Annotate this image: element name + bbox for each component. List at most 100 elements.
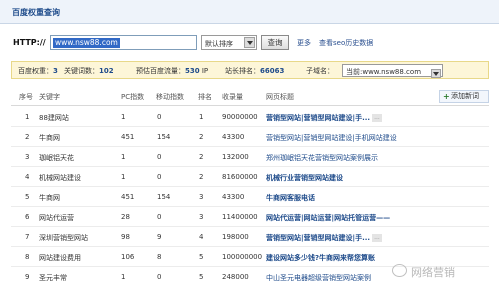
row-keyword: 牛商网 <box>39 134 60 142</box>
baidu-weight-stat: 百度权重：3 <box>18 66 58 76</box>
query-button[interactable]: 查询 <box>261 35 289 50</box>
traffic-unit: IP <box>201 67 209 75</box>
title-bar: 百度权重查询 <box>0 0 499 24</box>
row-index: 7 <box>25 233 30 241</box>
row-pc-index: 106 <box>121 253 135 261</box>
seo-history-link[interactable]: 查看seo历史数据 <box>319 38 373 48</box>
row-mobile-index: 8 <box>157 253 162 261</box>
row-keyword: 珈岷铝天花 <box>39 154 74 162</box>
row-page-title-text: 营销型网站|营销型网站建设|手... <box>266 114 371 122</box>
site-rank-stat: 站长排名：66063 <box>225 66 284 76</box>
header-keyword: 关键字 <box>39 93 60 101</box>
site-rank-value: 66063 <box>260 67 285 75</box>
row-page-title-text: 营销型网站|营销型网站建设|手... <box>266 234 371 242</box>
more-link[interactable]: 更多 <box>297 38 311 48</box>
row-rank: 2 <box>199 173 204 181</box>
row-pc-index: 451 <box>121 193 135 201</box>
row-mobile-index: 154 <box>157 193 171 201</box>
row-mobile-index: 0 <box>157 113 162 121</box>
row-page-title-text: 建设网站多少钱?牛商网来帮您算账 <box>266 254 376 262</box>
row-keyword: 牛商网 <box>39 194 60 202</box>
row-rank: 3 <box>199 193 204 201</box>
row-rank: 2 <box>199 133 204 141</box>
url-input[interactable]: www.nsw88.com <box>50 35 197 50</box>
row-index: 1 <box>25 113 30 121</box>
row-page-title[interactable]: 机械行业营销型网站建设 <box>266 173 416 183</box>
row-mobile-index: 0 <box>157 173 162 181</box>
row-index: 4 <box>25 173 30 181</box>
keyword-count-label: 关键词数： <box>64 67 99 75</box>
row-keyword: 网站建设费用 <box>39 254 81 262</box>
table-row[interactable]: 1 88建网站 1 0 1 90000000 营销型网站|营销型网站建设|手..… <box>11 107 489 127</box>
subdomain-label: 子域名： <box>306 67 334 75</box>
row-keyword: 机械网站建设 <box>39 174 81 182</box>
row-index: 8 <box>25 253 30 261</box>
wechat-icon <box>392 264 407 277</box>
traffic-stat: 预估百度流量：530 IP <box>136 66 208 76</box>
baidu-weight-label: 百度权重： <box>18 67 53 75</box>
more-tag[interactable]: ... <box>372 114 382 122</box>
row-pc-index: 1 <box>121 273 126 281</box>
subdomain-select[interactable]: 当前:www.nsw88.com <box>342 64 443 78</box>
row-page-title-text: 牛商网客服电话 <box>266 194 315 202</box>
row-page-title[interactable]: 网站代运营|网站运营|网站托管运营—— <box>266 213 416 223</box>
keyword-count-stat: 关键词数：102 <box>64 66 114 76</box>
row-indexed-count: 132000 <box>222 153 249 161</box>
row-rank: 1 <box>199 113 204 121</box>
table-row[interactable]: 7 深圳营销型网站 98 9 4 198000 营销型网站|营销型网站建设|手.… <box>11 227 489 247</box>
header-rank: 排名 <box>198 93 212 101</box>
row-page-title[interactable]: 营销型网站|营销型网站建设|手...... <box>266 233 416 243</box>
row-page-title[interactable]: 建设网站多少钱?牛商网来帮您算账 <box>266 253 416 263</box>
table-row[interactable]: 3 珈岷铝天花 1 0 2 132000 郑州珈岷铝天花营销型网站案例展示 <box>11 147 489 167</box>
traffic-label: 预估百度流量： <box>136 67 185 75</box>
header-page-title: 网页标题 <box>266 93 294 101</box>
row-rank: 2 <box>199 153 204 161</box>
subdomain-select-value: 当前:www.nsw88.com <box>346 68 422 76</box>
sort-select[interactable]: 默认排序 <box>201 35 257 50</box>
header-index: 序号 <box>19 93 33 101</box>
keyword-count-value: 102 <box>99 67 114 75</box>
row-indexed-count: 43300 <box>222 133 245 141</box>
row-index: 5 <box>25 193 30 201</box>
table-row[interactable]: 5 牛商网 451 154 3 43300 牛商网客服电话 <box>11 187 489 207</box>
row-page-title[interactable]: 营销型网站|营销型网站建设|手...... <box>266 113 416 123</box>
row-keyword: 88建网站 <box>39 114 69 122</box>
query-row: HTTP:// www.nsw88.com 默认排序 查询 更多 查看seo历史… <box>0 33 499 53</box>
row-pc-index: 1 <box>121 113 126 121</box>
row-rank: 3 <box>199 213 204 221</box>
site-rank-label: 站长排名： <box>225 67 260 75</box>
add-keyword-label: 添加新词 <box>451 92 479 100</box>
row-rank: 5 <box>199 253 204 261</box>
table-row[interactable]: 6 网站代运营 28 0 3 11400000 网站代运营|网站运营|网站托管运… <box>11 207 489 227</box>
header-indexed-count: 收录量 <box>222 93 243 101</box>
row-mobile-index: 0 <box>157 153 162 161</box>
row-page-title-text: 机械行业营销型网站建设 <box>266 174 343 182</box>
row-rank: 4 <box>199 233 204 241</box>
add-keyword-button[interactable]: + 添加新词 <box>439 90 489 103</box>
row-pc-index: 1 <box>121 173 126 181</box>
table-row[interactable]: 4 机械网站建设 1 0 2 81600000 机械行业营销型网站建设 <box>11 167 489 187</box>
table-header: 序号 关键字 PC指数 移动指数 排名 收录量 网页标题 + 添加新词 <box>11 88 489 106</box>
row-indexed-count: 198000 <box>222 233 249 241</box>
row-page-title[interactable]: 营销型网站|营销型网站建设|手机网站建设 <box>266 133 416 143</box>
row-pc-index: 1 <box>121 153 126 161</box>
stats-bar: 百度权重：3 关键词数：102 预估百度流量：530 IP 站长排名：66063… <box>11 61 489 79</box>
chevron-down-icon[interactable] <box>244 37 255 48</box>
row-keyword: 圣元丰常 <box>39 274 67 282</box>
row-index: 9 <box>25 273 30 281</box>
row-page-title[interactable]: 牛商网客服电话 <box>266 193 416 203</box>
row-rank: 5 <box>199 273 204 281</box>
header-pc-index: PC指数 <box>121 93 145 101</box>
row-page-title-text: 网站代运营|网站运营|网站托管运营—— <box>266 214 391 222</box>
row-indexed-count: 81600000 <box>222 173 258 181</box>
row-page-title[interactable]: 郑州珈岷铝天花营销型网站案例展示 <box>266 153 416 163</box>
chevron-down-icon[interactable] <box>431 69 441 78</box>
row-pc-index: 451 <box>121 133 135 141</box>
row-keyword: 深圳营销型网站 <box>39 234 88 242</box>
table-row[interactable]: 2 牛商网 451 154 2 43300 营销型网站|营销型网站建设|手机网站… <box>11 127 489 147</box>
plus-icon: + <box>443 92 450 101</box>
row-indexed-count: 90000000 <box>222 113 258 121</box>
header-mobile-index: 移动指数 <box>156 93 184 101</box>
baidu-weight-value: 3 <box>53 67 58 75</box>
more-tag[interactable]: ... <box>372 234 382 242</box>
